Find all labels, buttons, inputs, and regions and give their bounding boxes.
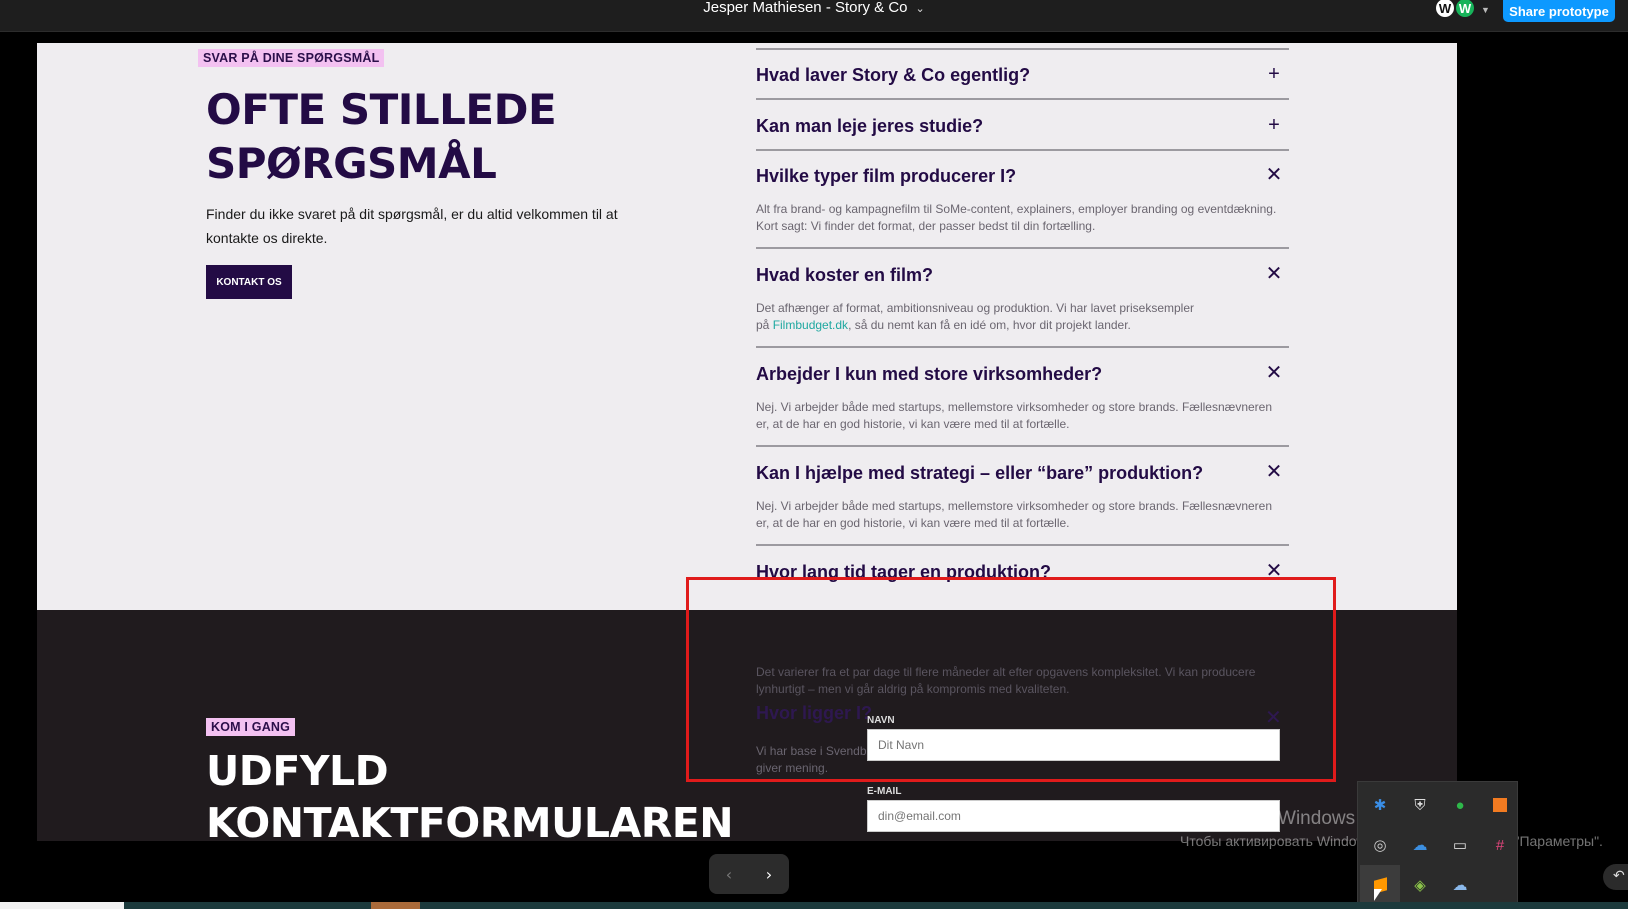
faq-answer: Nej. Vi arbejder både med startups, mell… [756,499,1273,530]
contact-us-button[interactable]: KONTAKT OS [206,265,292,299]
prototype-title-dropdown[interactable]: Jesper Mathiesen - Story & Co ⌄ [0,0,1628,18]
onedrive-icon[interactable]: ☁ [1440,865,1480,905]
faq-question[interactable]: Hvilke typer film producerer I? [756,165,1276,187]
plus-icon[interactable]: + [1265,64,1283,84]
prototype-navigation: ‹ › [709,854,789,894]
system-tray-flyout: ✱ ⛨ ● ◎ ☁ ▭ # ◈ ☁ [1357,781,1518,905]
faq-heading-line: OFTE STILLEDE [206,85,557,134]
chevron-down-icon[interactable]: ▼ [1481,5,1490,15]
section-tag: SVAR PÅ DINE SPØRGSMÅL [198,49,385,67]
avatar[interactable]: W [1434,0,1456,19]
faq-answer: Alt fra brand- og kampagnefilm til SoMe-… [756,202,1277,233]
faq-heading: OFTE STILLEDE SPØRGSMÅL [206,83,666,191]
divider [756,346,1289,348]
divider [756,48,1289,50]
faq-question[interactable]: Kan I hjælpe med strategi – eller “bare”… [756,462,1276,484]
activation-watermark-title: Активация Windows [1180,808,1356,829]
prototype-title: Jesper Mathiesen - Story & Co [703,0,908,16]
taskbar [0,902,1628,909]
previous-frame-button[interactable]: ‹ [714,859,744,889]
network-icon[interactable]: ◎ [1360,825,1400,865]
cloud-app-icon[interactable]: ☁ [1400,825,1440,865]
undo-icon[interactable]: ↶ [1603,864,1628,890]
mouse-cursor-icon [1374,889,1382,901]
share-prototype-button[interactable]: Share prototype [1503,0,1615,22]
divider [756,445,1289,447]
shield-icon[interactable]: ⛨ [1400,785,1440,825]
avatar[interactable]: W [1454,0,1476,19]
filmbudget-link[interactable]: Filmbudget.dk [773,318,848,332]
section-tag: KOM I GANG [206,718,296,736]
faq-question[interactable]: Arbejder I kun med store virksomheder? [756,363,1276,385]
close-icon[interactable]: ✕ [1265,264,1283,284]
chevron-down-icon: ⌄ [915,3,925,15]
highlight-box [686,577,1336,782]
plus-icon[interactable]: + [1265,115,1283,135]
faq-heading-line: SPØRGSMÅL [206,139,497,188]
faq-answer: Det afhænger af format, ambitionsniveau … [756,300,1196,334]
prototype-toolbar: Jesper Mathiesen - Story & Co ⌄ W W ▼ Sha… [0,0,1628,32]
email-label: E-MAIL [867,786,902,797]
close-icon[interactable]: ✕ [1265,363,1283,383]
faq-section: SVAR PÅ DINE SPØRGSMÅL OFTE STILLEDE SPØ… [37,43,1457,610]
divider [756,149,1289,151]
divider [756,247,1289,249]
usb-icon[interactable]: ▭ [1440,825,1480,865]
contact-heading-line: UDFYLD [206,747,389,795]
orange-app-icon[interactable] [1480,785,1520,825]
taskbar-app[interactable] [371,902,420,909]
contact-heading-line: KONTAKTFORMULAREN [206,799,734,841]
divider [756,544,1289,546]
taskbar-search[interactable] [0,902,124,909]
collaborators[interactable]: W W ▼ [1434,0,1490,20]
faq-question[interactable]: Kan man leje jeres studie? [756,115,1276,137]
bluestacks-icon[interactable]: ◈ [1400,865,1440,905]
faq-question[interactable]: Hvad koster en film? [756,264,1276,286]
close-icon[interactable]: ✕ [1265,165,1283,185]
faq-question[interactable]: Hvad laver Story & Co egentlig? [756,64,1276,86]
bluetooth-icon[interactable]: ✱ [1360,785,1400,825]
divider [756,98,1289,100]
faq-answer: Nej. Vi arbejder både med startups, mell… [756,400,1273,431]
faq-lead: Finder du ikke svaret på dit spørgsmål, … [206,206,618,246]
green-app-icon[interactable]: ● [1440,785,1480,825]
slack-icon[interactable]: # [1480,825,1520,865]
close-icon[interactable]: ✕ [1265,462,1283,482]
next-frame-button[interactable]: › [754,859,784,889]
contact-heading: UDFYLD KONTAKTFORMULAREN [206,745,734,841]
answer-text: , så du nemt kan få en idé om, hvor dit … [848,318,1131,332]
